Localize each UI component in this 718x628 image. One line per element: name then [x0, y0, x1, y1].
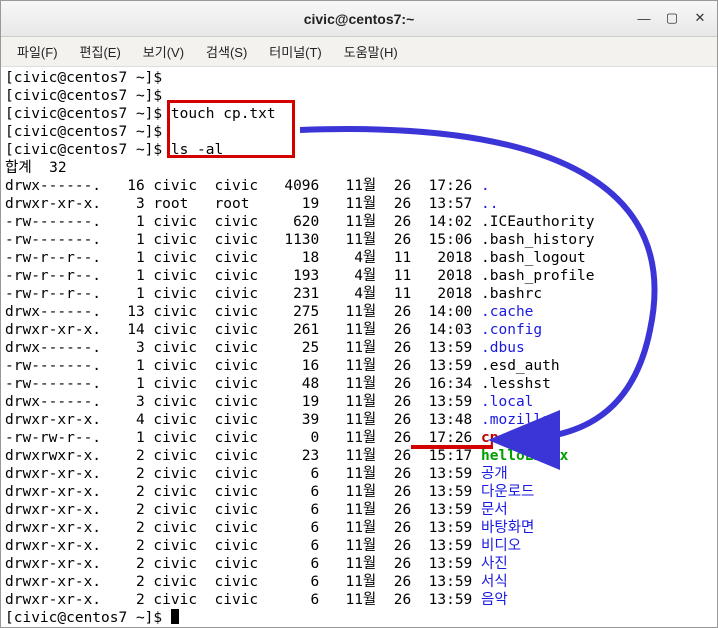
- title-bar: civic@centos7:~ — ▢ ✕: [1, 1, 717, 37]
- terminal-line: -rw-------. 1 civic civic 48 11월 26 16:3…: [5, 375, 713, 393]
- terminal-line: drwxr-xr-x. 2 civic civic 6 11월 26 13:59…: [5, 573, 713, 591]
- window-controls: — ▢ ✕: [633, 7, 711, 29]
- menu-terminal[interactable]: 터미널(T): [259, 38, 331, 65]
- terminal-line: -rw-------. 1 civic civic 620 11월 26 14:…: [5, 213, 713, 231]
- terminal-line: [civic@centos7 ~]$: [5, 123, 713, 141]
- menu-file[interactable]: 파일(F): [7, 38, 68, 65]
- menu-help[interactable]: 도움말(H): [334, 38, 408, 65]
- terminal-line: [civic@centos7 ~]$: [5, 69, 713, 87]
- menu-bar: 파일(F) 편집(E) 보기(V) 검색(S) 터미널(T) 도움말(H): [1, 37, 717, 67]
- window-title: civic@centos7:~: [304, 11, 415, 27]
- terminal-line: drwx------. 3 civic civic 19 11월 26 13:5…: [5, 393, 713, 411]
- terminal-line: -rw-------. 1 civic civic 16 11월 26 13:5…: [5, 357, 713, 375]
- terminal-line: -rw-r--r--. 1 civic civic 231 4월 11 2018…: [5, 285, 713, 303]
- terminal-line: drwxr-xr-x. 2 civic civic 6 11월 26 13:59…: [5, 555, 713, 573]
- terminal-line: drwx------. 16 civic civic 4096 11월 26 1…: [5, 177, 713, 195]
- terminal-line: drwxr-xr-x. 2 civic civic 6 11월 26 13:59…: [5, 537, 713, 555]
- terminal-output[interactable]: [civic@centos7 ~]$ [civic@centos7 ~]$ [c…: [1, 67, 717, 627]
- terminal-line: -rw-rw-r--. 1 civic civic 0 11월 26 17:26…: [5, 429, 713, 447]
- terminal-line: drwxr-xr-x. 2 civic civic 6 11월 26 13:59…: [5, 483, 713, 501]
- close-button[interactable]: ✕: [689, 7, 711, 29]
- menu-search[interactable]: 검색(S): [196, 38, 257, 65]
- terminal-line: 합계 32: [5, 159, 713, 177]
- terminal-line: drwxr-xr-x. 3 root root 19 11월 26 13:57 …: [5, 195, 713, 213]
- terminal-line: -rw-r--r--. 1 civic civic 193 4월 11 2018…: [5, 267, 713, 285]
- terminal-line: drwxr-xr-x. 2 civic civic 6 11월 26 13:59…: [5, 519, 713, 537]
- terminal-line: drwxr-xr-x. 2 civic civic 6 11월 26 13:59…: [5, 465, 713, 483]
- terminal-line: drwxr-xr-x. 14 civic civic 261 11월 26 14…: [5, 321, 713, 339]
- menu-view[interactable]: 보기(V): [133, 38, 194, 65]
- terminal-line: drwxr-xr-x. 2 civic civic 6 11월 26 13:59…: [5, 591, 713, 609]
- terminal-line: [civic@centos7 ~]$ ls -al: [5, 141, 713, 159]
- terminal-line: drwx------. 13 civic civic 275 11월 26 14…: [5, 303, 713, 321]
- menu-edit[interactable]: 편집(E): [70, 38, 131, 65]
- terminal-line: [civic@centos7 ~]$: [5, 87, 713, 105]
- terminal-line: [civic@centos7 ~]$: [5, 609, 713, 627]
- cursor: [171, 609, 179, 624]
- minimize-button[interactable]: —: [633, 7, 655, 29]
- terminal-line: drwxr-xr-x. 4 civic civic 39 11월 26 13:4…: [5, 411, 713, 429]
- maximize-button[interactable]: ▢: [661, 7, 683, 29]
- terminal-line: drwx------. 3 civic civic 25 11월 26 13:5…: [5, 339, 713, 357]
- terminal-line: drwxrwxr-x. 2 civic civic 23 11월 26 15:1…: [5, 447, 713, 465]
- terminal-window: civic@centos7:~ — ▢ ✕ 파일(F) 편집(E) 보기(V) …: [0, 0, 718, 628]
- terminal-line: -rw-r--r--. 1 civic civic 18 4월 11 2018 …: [5, 249, 713, 267]
- terminal-line: -rw-------. 1 civic civic 1130 11월 26 15…: [5, 231, 713, 249]
- terminal-line: drwxr-xr-x. 2 civic civic 6 11월 26 13:59…: [5, 501, 713, 519]
- terminal-line: [civic@centos7 ~]$ touch cp.txt: [5, 105, 713, 123]
